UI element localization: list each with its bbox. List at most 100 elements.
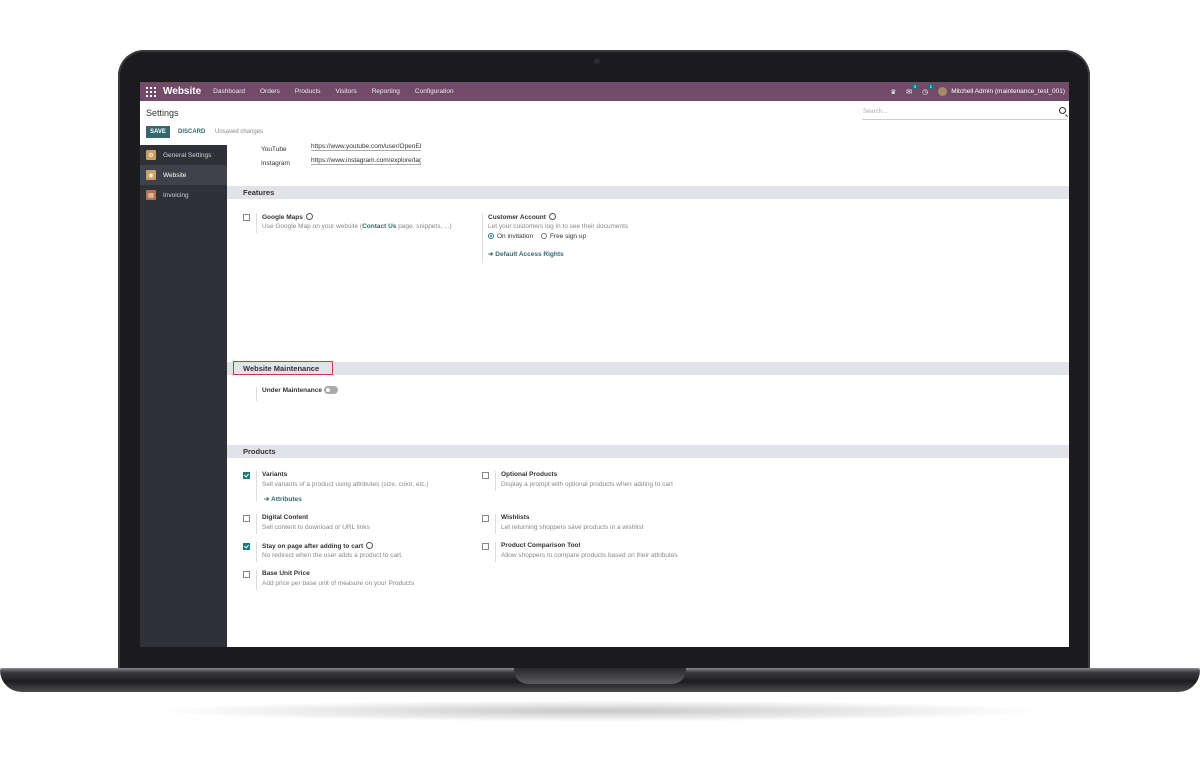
user-menu[interactable]: Mitchell Admin (maintenance_test_001) (938, 87, 1065, 96)
control-panel: Settings SAVE DISCARD Unsaved changes Se… (140, 101, 1069, 146)
website-icon: ◉ (146, 170, 156, 180)
option-on-invitation[interactable]: On invitation (488, 233, 533, 240)
globe-icon (366, 542, 374, 549)
product-comparison-checkbox[interactable] (482, 543, 489, 550)
setting-title: Base Unit Price (262, 570, 310, 577)
instagram-field[interactable]: https://www.instagram.com/explore/tags/o… (311, 157, 421, 165)
option-free-signup[interactable]: Free sign up (540, 233, 586, 240)
instagram-label: Instagram (261, 160, 290, 167)
setting-title: Variants (262, 471, 288, 478)
sidebar-item-website[interactable]: ◉ Website (140, 165, 227, 185)
variants-checkbox[interactable] (243, 472, 250, 479)
instagram-row: Instagram https://www.instagram.com/explo… (261, 157, 421, 167)
divider (495, 542, 496, 562)
discard-button[interactable]: DISCARD (178, 126, 205, 138)
youtube-row: YouTube https://www.youtube.com/user/Open… (261, 143, 421, 153)
google-maps-checkbox[interactable] (243, 214, 250, 221)
sidebar-item-general-settings[interactable]: ⚙ General Settings (140, 145, 227, 165)
divider (256, 387, 257, 401)
stay-on-page-setting: Stay on page after adding to cart No red… (243, 542, 483, 562)
search-icon[interactable] (1059, 107, 1066, 114)
youtube-label: YouTube (261, 146, 287, 153)
webcam (594, 58, 600, 64)
youtube-field[interactable]: https://www.youtube.com/user/OpenERPonli… (311, 143, 421, 151)
setting-title: Digital Content (262, 514, 309, 521)
unsaved-status: Unsaved changes (215, 129, 264, 135)
setting-desc: Let returning shoppers save products in … (501, 524, 644, 531)
page-title: Settings (146, 108, 179, 118)
divider (256, 570, 257, 590)
base-unit-price-setting: Base Unit Price Add price per base unit … (243, 570, 483, 590)
laptop-notch (514, 668, 686, 684)
laptop-shadow (150, 700, 1050, 722)
google-maps-setting: Google Maps Use Google Map on your websi… (243, 213, 483, 233)
menu-products[interactable]: Products (295, 88, 321, 95)
invoicing-icon: ▤ (146, 190, 156, 200)
screen: Website Dashboard Orders Products Visito… (140, 82, 1069, 647)
user-name: Mitchell Admin (maintenance_test_001) (951, 88, 1065, 96)
activities-badge: 1 (927, 83, 935, 89)
divider (495, 471, 496, 491)
setting-desc: Sell content to download or URL links (262, 524, 370, 531)
variants-setting: Variants Sell variants of a product usin… (243, 471, 483, 503)
products-section-header: Products (227, 445, 1069, 458)
sidebar-item-invoicing[interactable]: ▤ Invoicing (140, 185, 227, 205)
setting-title: Google Maps (262, 213, 313, 221)
messages-badge: 4 (911, 83, 919, 89)
app-brand[interactable]: Website (163, 86, 201, 97)
search-placeholder: Search... (863, 109, 888, 115)
digital-content-setting: Digital Content Sell content to download… (243, 514, 483, 534)
menu-configuration[interactable]: Configuration (415, 88, 454, 95)
divider (482, 213, 483, 263)
wishlists-setting: Wishlists Let returning shoppers save pr… (482, 514, 742, 534)
divider (256, 542, 257, 562)
menu-orders[interactable]: Orders (260, 88, 280, 95)
default-access-rights-link[interactable]: ➔ Default Access Rights (488, 250, 564, 258)
menu-reporting[interactable]: Reporting (372, 88, 400, 95)
divider (256, 213, 257, 233)
setting-desc: Add price per base unit of measure on yo… (262, 580, 415, 587)
sidebar-item-label: Invoicing (163, 191, 189, 199)
globe-icon (548, 213, 556, 220)
customer-account-setting: Customer Account Let your customers log … (482, 213, 722, 263)
save-button[interactable]: SAVE (146, 126, 170, 138)
section-title: Features (243, 188, 275, 197)
setting-title: Customer Account (488, 213, 556, 221)
under-maintenance-setting: Under Maintenance (243, 386, 443, 401)
apps-menu-icon[interactable] (146, 86, 156, 97)
activities-icon[interactable]: ◷ 1 (922, 83, 935, 96)
maintenance-toggle[interactable] (324, 386, 338, 394)
base-unit-price-checkbox[interactable] (243, 571, 250, 578)
setting-desc: Display a prompt with optional products … (501, 481, 673, 488)
radio-icon (540, 233, 547, 239)
divider (495, 514, 496, 534)
search-input[interactable]: Search... (862, 107, 1067, 120)
setting-desc: Sell variants of a product using attribu… (262, 481, 429, 488)
globe-icon (305, 213, 313, 220)
signup-options: On invitation Free sign up (488, 233, 586, 240)
setting-desc: No redirect when the user adds a product… (262, 552, 403, 559)
setting-desc: Allow shoppers to compare products based… (501, 552, 678, 559)
product-comparison-setting: Product Comparison Tool Allow shoppers t… (482, 542, 742, 562)
settings-icon: ⚙ (146, 150, 156, 160)
divider (256, 471, 257, 501)
digital-content-checkbox[interactable] (243, 515, 250, 522)
divider (256, 514, 257, 534)
attributes-link[interactable]: ➔ Attributes (264, 495, 302, 503)
settings-content: YouTube https://www.youtube.com/user/Open… (227, 143, 1069, 647)
stay-on-page-checkbox[interactable] (243, 543, 250, 550)
menu-visitors[interactable]: Visitors (336, 88, 357, 95)
radio-icon (488, 233, 494, 239)
wishlists-checkbox[interactable] (482, 515, 489, 522)
setting-title: Optional Products (501, 471, 558, 478)
menu-dashboard[interactable]: Dashboard (213, 88, 245, 95)
settings-sidebar: ⚙ General Settings ◉ Website ▤ Invoicing (140, 145, 227, 647)
optional-products-checkbox[interactable] (482, 472, 489, 479)
sidebar-item-label: General Settings (163, 151, 212, 159)
messages-icon[interactable]: ✉ 4 (906, 83, 919, 96)
top-navbar: Website Dashboard Orders Products Visito… (140, 82, 1069, 101)
maintenance-section-header: Website Maintenance (227, 362, 1069, 375)
debug-bug-icon[interactable]: ♛ (890, 88, 896, 96)
contact-us-link[interactable]: Contact Us (362, 223, 396, 230)
optional-products-setting: Optional Products Display a prompt with … (482, 471, 742, 491)
